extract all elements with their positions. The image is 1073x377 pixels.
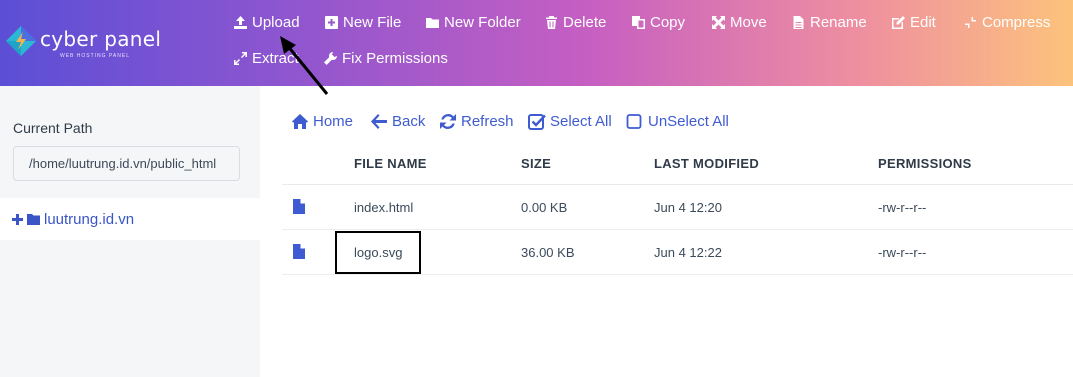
compress-label: Compress (982, 14, 1051, 31)
arrow-left-icon (371, 114, 387, 129)
home-button[interactable]: Home (291, 113, 353, 130)
checkbox-checked-icon (528, 114, 546, 130)
file-icon (293, 244, 305, 259)
copy-label: Copy (650, 14, 686, 31)
folder-icon (426, 18, 439, 28)
new-folder-button[interactable]: New Folder (426, 14, 521, 31)
move-button[interactable]: Move (712, 14, 767, 31)
new-file-button[interactable]: New File (325, 14, 401, 31)
current-path-label: Current Path (13, 120, 93, 136)
trash-icon (546, 16, 557, 29)
move-arrows-icon (712, 16, 725, 29)
file-permissions: -rw-r--r-- (878, 245, 927, 260)
delete-label: Delete (563, 14, 607, 31)
move-label: Move (730, 14, 767, 31)
file-size: 0.00 KB (521, 200, 568, 215)
extract-label: Extract (252, 50, 299, 67)
expand-icon (234, 52, 247, 65)
compress-button[interactable]: Compress (964, 14, 1050, 31)
unselect-all-label: UnSelect All (648, 113, 729, 130)
rename-label: Rename (810, 14, 867, 31)
back-label: Back (392, 113, 426, 130)
select-all-button[interactable]: Select All (528, 113, 612, 130)
current-path-input[interactable] (13, 146, 240, 181)
compress-icon (964, 16, 977, 29)
new-file-label: New File (343, 14, 402, 31)
column-header-size[interactable]: SIZE (521, 156, 551, 171)
table-header: FILE NAME SIZE LAST MODIFIED PERMISSIONS (282, 142, 1073, 185)
file-name[interactable]: index.html (354, 200, 413, 215)
refresh-label: Refresh (461, 113, 514, 130)
upload-icon (234, 16, 247, 29)
folder-icon (27, 214, 40, 225)
copy-button[interactable]: Copy (632, 14, 685, 31)
unselect-all-button[interactable]: UnSelect All (626, 113, 729, 130)
column-header-file-name[interactable]: FILE NAME (354, 156, 427, 171)
cyberpanel-logo-icon (6, 26, 36, 56)
file-icon (293, 199, 305, 214)
select-all-label: Select All (550, 113, 612, 130)
file-size: 36.00 KB (521, 245, 575, 260)
back-button[interactable]: Back (370, 113, 425, 130)
plus-icon[interactable] (12, 213, 23, 225)
logo[interactable]: cyber panel WEB HOSTING PANEL (0, 0, 212, 86)
file-modified: Jun 4 12:22 (654, 245, 722, 260)
rename-button[interactable]: Rename (792, 14, 867, 31)
fix-permissions-label: Fix Permissions (342, 50, 448, 67)
copy-icon (632, 16, 645, 29)
tree-item-root[interactable]: luutrung.id.vn (0, 198, 260, 240)
edit-button[interactable]: Edit (892, 14, 936, 31)
refresh-icon (440, 113, 456, 130)
edit-label: Edit (910, 14, 936, 31)
fix-permissions-button[interactable]: Fix Permissions (324, 50, 448, 67)
sidebar: Current Path luutrung.id.vn (0, 86, 260, 377)
plus-square-icon (325, 16, 338, 29)
top-header: cyber panel WEB HOSTING PANEL Upload New… (0, 0, 1073, 86)
highlight-box-annotation (335, 231, 421, 274)
home-label: Home (313, 113, 354, 130)
upload-label: Upload (252, 14, 300, 31)
logo-text: cyber panel (40, 27, 162, 51)
table-row[interactable]: index.html 0.00 KB Jun 4 12:20 -rw-r--r-… (282, 185, 1073, 230)
file-permissions: -rw-r--r-- (878, 200, 927, 215)
extract-button[interactable]: Extract (234, 50, 299, 67)
file-modified: Jun 4 12:20 (654, 200, 722, 215)
upload-button[interactable]: Upload (234, 14, 300, 31)
column-header-permissions[interactable]: PERMISSIONS (878, 156, 972, 171)
column-header-last-modified[interactable]: LAST MODIFIED (654, 156, 759, 171)
delete-button[interactable]: Delete (545, 14, 606, 31)
logo-tagline: WEB HOSTING PANEL (60, 53, 130, 59)
new-folder-label: New Folder (444, 14, 521, 31)
wrench-icon (324, 52, 337, 65)
home-icon (292, 114, 308, 129)
tree-item-label: luutrung.id.vn (44, 210, 135, 228)
refresh-button[interactable]: Refresh (439, 113, 514, 130)
file-text-icon (793, 16, 804, 29)
checkbox-empty-icon (626, 114, 642, 129)
edit-icon (892, 16, 905, 29)
